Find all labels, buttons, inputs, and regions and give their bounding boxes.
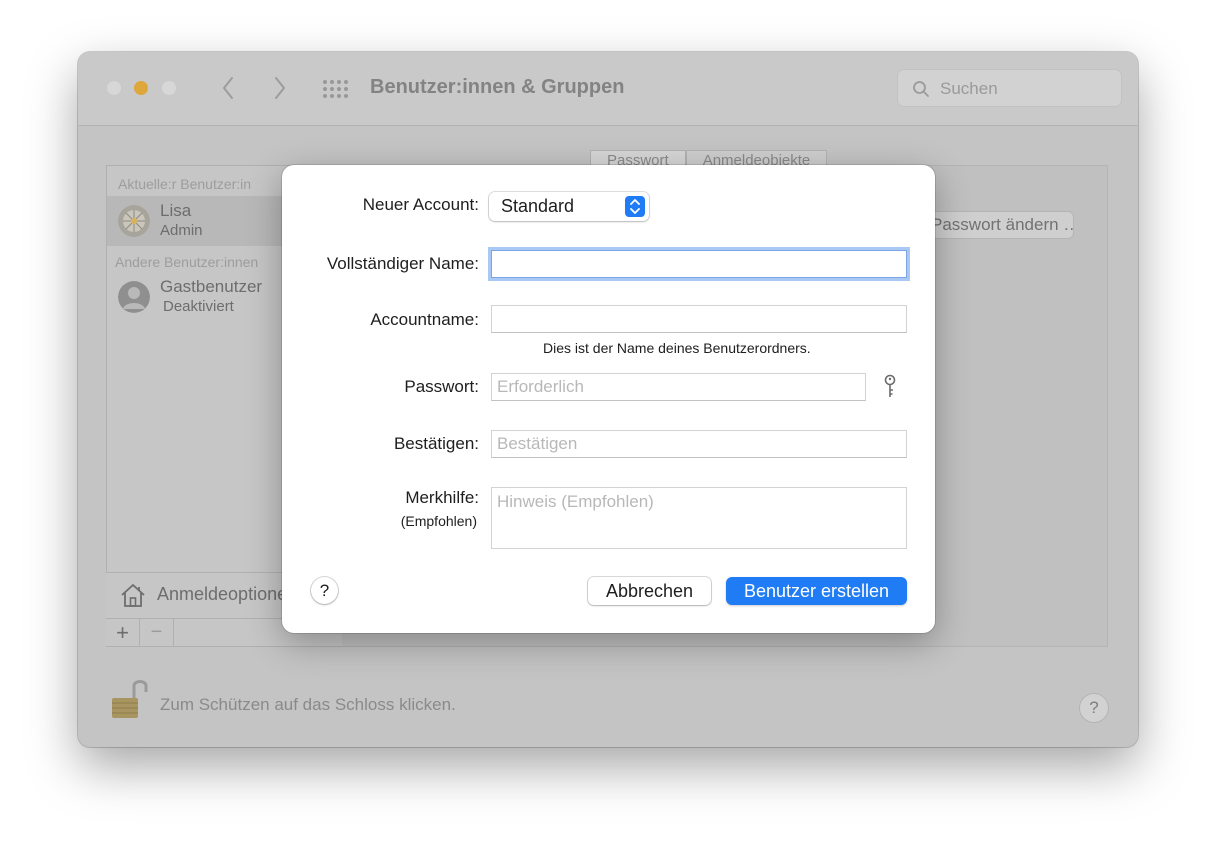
- full-name-field[interactable]: [491, 250, 907, 278]
- minimize-window-button[interactable]: [134, 81, 148, 95]
- help-button[interactable]: ?: [1079, 693, 1109, 723]
- lock-hint-text: Zum Schützen auf das Schloss klicken.: [160, 695, 456, 714]
- cancel-button[interactable]: Abbrechen: [588, 577, 711, 605]
- password-label: Passwort:: [404, 377, 479, 396]
- user-role: Admin: [160, 222, 203, 239]
- confirm-label: Bestätigen:: [393, 434, 479, 453]
- chevron-left-icon: [223, 77, 233, 99]
- password-hint-sublabel: (Empfohlen): [400, 513, 477, 529]
- login-options-label: Anmeldeoptionen: [157, 584, 298, 604]
- account-type-value: Standard: [501, 196, 575, 216]
- account-name-label: Accountname:: [370, 310, 479, 329]
- remove-user-button[interactable]: −: [140, 619, 174, 646]
- house-icon: [121, 584, 145, 607]
- search-placeholder: Suchen: [940, 79, 998, 98]
- search-field[interactable]: Suchen: [897, 69, 1122, 107]
- password-hint-label: Merkhilfe:: [405, 488, 479, 507]
- show-all-button[interactable]: [322, 79, 348, 99]
- close-window-button[interactable]: [107, 81, 121, 95]
- chevron-right-icon: [275, 77, 285, 99]
- account-name-field[interactable]: [491, 305, 907, 333]
- current-user-section-label: Aktuelle:r Benutzer:in: [118, 176, 252, 192]
- user-role: Deaktiviert: [163, 298, 234, 315]
- back-button[interactable]: [216, 74, 240, 102]
- search-icon: [913, 81, 929, 97]
- other-users-section-label: Andere Benutzer:innen: [115, 254, 259, 270]
- popup-arrows-icon: [625, 196, 645, 217]
- help-button[interactable]: ?: [311, 577, 338, 604]
- avatar: [118, 281, 150, 313]
- confirm-password-field[interactable]: [491, 430, 907, 458]
- create-user-button[interactable]: Benutzer erstellen: [726, 577, 907, 605]
- account-name-hint: Dies ist der Name deines Benutzerordners…: [543, 340, 811, 356]
- lock-open-icon[interactable]: [110, 676, 148, 720]
- grid-icon: [323, 80, 348, 98]
- full-name-label: Vollständiger Name:: [326, 254, 479, 273]
- forward-button[interactable]: [268, 74, 292, 102]
- account-type-popup[interactable]: Standard: [489, 192, 649, 221]
- account-type-label: Neuer Account:: [362, 195, 479, 214]
- password-field[interactable]: [491, 373, 866, 401]
- window-title: Benutzer:innen & Gruppen: [370, 76, 625, 98]
- user-name: Gastbenutzer: [160, 277, 263, 296]
- change-password-button[interactable]: Passwort ändern …: [924, 211, 1074, 239]
- titlebar: Benutzer:innen & Gruppen Suchen: [78, 52, 1138, 126]
- zoom-window-button[interactable]: [162, 81, 176, 95]
- add-user-button[interactable]: +: [106, 619, 140, 646]
- password-hint-field[interactable]: [491, 487, 907, 549]
- avatar: [118, 205, 150, 237]
- key-icon[interactable]: [882, 374, 898, 400]
- user-name: Lisa: [160, 201, 192, 220]
- new-account-sheet: Neuer Account: Standard Vollständiger Na…: [282, 165, 935, 633]
